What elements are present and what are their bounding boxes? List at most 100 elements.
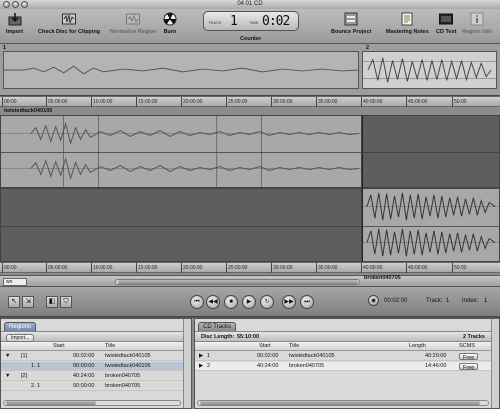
region-info-button[interactable]: Region Info — [462, 12, 492, 35]
cd-tracks-tab[interactable]: CD Tracks — [198, 322, 237, 331]
regions-row[interactable]: ▼ [1] 00:02:00 twistedtack040105 — [1, 352, 191, 361]
ruler-top-tick: 10:00:00 — [90, 97, 113, 107]
track-boundary-marker[interactable] — [362, 115, 363, 262]
regions-vertical-scrollbar[interactable] — [183, 319, 191, 408]
zoom-select[interactable]: wo — [3, 278, 27, 286]
bounce-icon — [344, 12, 358, 26]
region-name-top: twistedtack040105 — [4, 108, 53, 114]
regions-row[interactable]: 2. 1 00:00:00 broken040705 — [1, 382, 191, 391]
import-label: Import — [6, 29, 24, 35]
cd-horizontal-scrollbar[interactable] — [197, 400, 489, 406]
ruler-top-tick: 35:00:00 — [315, 97, 338, 107]
bounce-project-button[interactable]: Bounce Project — [331, 12, 371, 35]
timeline-horizontal-scrollbar[interactable] — [115, 279, 360, 285]
row-expand-icon[interactable]: ▶ — [199, 362, 203, 371]
ruler-bottom-tick: 40:00:00 — [360, 263, 383, 273]
snap-button[interactable]: ◧ — [46, 296, 58, 308]
regions-horizontal-scrollbar[interactable] — [3, 400, 181, 406]
row-index: [2] — [21, 373, 28, 379]
row-expander-icon[interactable]: ▼ — [5, 352, 10, 361]
region-info-label: Region Info — [462, 29, 493, 35]
range-tool-button[interactable]: ⇲ — [22, 296, 34, 308]
stop-button[interactable]: ■ — [224, 295, 238, 309]
minimize-window-icon[interactable] — [12, 1, 19, 8]
zoom-window-icon[interactable] — [21, 1, 28, 8]
project-overview[interactable]: 1 2 — [0, 44, 500, 96]
rewind-button[interactable]: ◀◀ — [206, 295, 220, 309]
cd-col-title[interactable]: Title — [289, 342, 299, 351]
row-start: 00:00:00 — [73, 363, 95, 369]
timeline-ruler-bottom[interactable]: 00:00 05:00:00 10:00:00 15:00:00 20:00:0… — [0, 262, 500, 273]
row-start: 00:02:00 — [73, 353, 95, 359]
transport-index-value: 1 — [484, 298, 488, 304]
check-disc-button[interactable]: Check Disc for Clipping — [38, 12, 100, 35]
regions-import-button[interactable]: Import... — [6, 334, 35, 342]
regions-col-start[interactable]: Start — [53, 342, 65, 351]
counter-time-label: TIME — [249, 20, 259, 25]
audio-region-broken[interactable] — [362, 188, 500, 262]
row-expander-icon[interactable]: ▼ — [5, 372, 10, 381]
loop-button[interactable]: ↻ — [260, 295, 274, 309]
fast-forward-button[interactable]: ▶▶ — [282, 295, 296, 309]
ruler-bottom-tick: 45:00:00 — [405, 263, 428, 273]
close-window-icon[interactable] — [3, 1, 10, 8]
notes-icon — [401, 12, 413, 26]
audio-region-twistedtack[interactable] — [0, 115, 362, 188]
import-button[interactable]: Import — [6, 12, 23, 35]
cd-info-bar: Disc Length: 55:10:00 2 Tracks — [195, 331, 499, 342]
cd-text-label: CD Text — [436, 29, 457, 35]
overview-region-1 — [3, 51, 359, 89]
row-length: 40:20:00 — [425, 353, 447, 359]
overview-region-2 — [362, 51, 497, 89]
ruler-bottom-tick: 00:00 — [2, 263, 17, 273]
mastering-notes-button[interactable]: Mastering Notes — [386, 12, 429, 35]
regions-tab[interactable]: Regions — [4, 322, 37, 331]
track-count: 2 Tracks — [462, 334, 485, 340]
timeline-ruler-top[interactable]: 00:00 05:00:00 10:00:00 15:00:00 20:00:0… — [0, 96, 500, 107]
toolbar: Import Check Disc for Clipping Normalize… — [0, 9, 500, 44]
shield-tool-button[interactable]: ⛉ — [60, 296, 72, 308]
channel-divider — [363, 152, 499, 153]
ruler-bottom-tick: 10:00:00 — [90, 263, 113, 273]
ruler-top-tick: 00:00 — [2, 97, 17, 107]
zoom-scroll-row: wo broken040705 — [0, 275, 500, 287]
regions-pane: Regions Import... Start Title ▼ [1] 00:0… — [0, 318, 192, 409]
cd-vertical-scrollbar[interactable] — [491, 319, 499, 408]
track-area[interactable] — [0, 115, 500, 262]
row-title: twistedtack040105 — [105, 363, 151, 369]
speaker-icon[interactable]: ◉ — [368, 295, 379, 306]
cd-col-scms[interactable]: SCMS — [459, 342, 475, 351]
cd-track-row[interactable]: ▶ 2 40:24:00 broken040705 14:46:00 Free — [195, 362, 499, 371]
skip-end-button[interactable]: ⏭ — [300, 295, 314, 309]
scrollbar-thumb[interactable] — [200, 401, 480, 405]
regions-row[interactable]: ▼ [2] 40:24:00 broken040705 — [1, 372, 191, 381]
regions-row[interactable]: 1. 1 00:00:00 twistedtack040105 — [1, 362, 191, 371]
burn-button[interactable]: Burn — [163, 12, 177, 35]
bounce-project-label: Bounce Project — [331, 29, 372, 35]
check-disc-label: Check Disc for Clipping — [38, 29, 101, 35]
cd-col-start[interactable]: Start — [259, 342, 271, 351]
row-index: 1. 1 — [31, 363, 41, 369]
row-expand-icon[interactable]: ▶ — [199, 352, 203, 361]
play-button[interactable]: ▶ — [242, 295, 256, 309]
cd-col-length[interactable]: Length — [409, 342, 426, 351]
scms-free-button[interactable]: Free — [459, 353, 479, 361]
rewind-start-button[interactable]: ⏮ — [190, 295, 204, 309]
scms-free-button[interactable]: Free — [459, 363, 479, 371]
cd-track-row[interactable]: ▶ 1 00:02:00 twistedtack040105 40:20:00 … — [195, 352, 499, 361]
waveform-twistedtack — [1, 116, 361, 187]
ruler-bottom-tick: 05:00:00 — [45, 263, 68, 273]
cd-text-button[interactable]: CD Text — [436, 12, 456, 35]
normalize-region-button[interactable]: Normalize Region — [110, 12, 156, 35]
transport-index-label: Index: — [462, 298, 479, 304]
regions-col-title[interactable]: Title — [105, 342, 115, 351]
ruler-bottom-tick: 35:00:00 — [315, 263, 338, 273]
ruler-bottom-tick: 30:00:00 — [270, 263, 293, 273]
scrollbar-thumb[interactable] — [118, 280, 358, 284]
scrollbar-thumb[interactable] — [6, 401, 96, 405]
ruler-top-tick: 15:00:00 — [135, 97, 158, 107]
row-title: twistedtack040105 — [289, 353, 335, 359]
row-title: broken040705 — [289, 363, 325, 369]
row-start: 00:00:00 — [73, 383, 95, 389]
pointer-tool-button[interactable]: ↖ — [8, 296, 20, 308]
